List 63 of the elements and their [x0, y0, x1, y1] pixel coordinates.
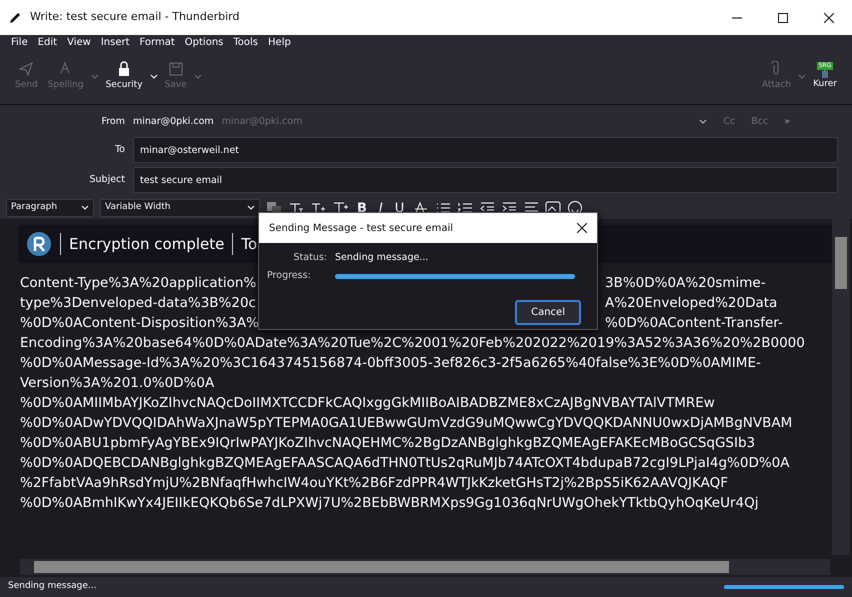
send-icon	[18, 61, 34, 78]
body-text-line: type%3Denveloped-data%3B%20c	[20, 294, 256, 313]
body-text-line: %0D%0AMessage-Id%3A%20%3C1643745156874-0bff3005-3ef826c3-2f5a6265%40false%3E%0D%0AMIME-	[20, 354, 761, 373]
status-text: Sending message...	[8, 580, 98, 594]
body-text-line: %0D%0ADQEBCDANBglghkgBZQMEAgEFAASCAQA6dTHN0TtUs2qRuMJb74ATcOXT4bdupaB72cgI9LPjaI4g%0D%0A	[20, 454, 790, 473]
progress-label: Progress:	[267, 269, 312, 284]
subject-field[interactable]: test secure email	[133, 167, 838, 193]
menu-item[interactable]: Help	[263, 35, 296, 50]
chevron-down-icon[interactable]	[699, 119, 708, 125]
underline-button[interactable]: U	[392, 202, 408, 214]
paragraph-select[interactable]: Paragraph	[6, 199, 94, 217]
chevron-down-icon	[150, 74, 158, 80]
font-select[interactable]: Variable Width	[100, 199, 260, 217]
identity-text: minar@0pki.com	[222, 114, 302, 129]
dropdown-button[interactable]	[148, 74, 160, 80]
body-text-line: Content-Type%3A%20application%	[20, 274, 256, 293]
security-button[interactable]: Security	[100, 58, 148, 96]
chevron-down-icon	[798, 74, 806, 80]
italic-button[interactable]: I	[376, 202, 386, 214]
menu-item[interactable]: Edit	[32, 35, 62, 50]
menu-item[interactable]: Format	[134, 35, 180, 50]
body-text-line: Version%3A%201.0%0D%0A	[20, 374, 214, 393]
close-icon	[824, 12, 834, 22]
encryption-status: Encryption complete	[69, 234, 224, 255]
body-text-line: %0D%0AContent-Disposition%3A%	[20, 314, 259, 333]
to-label: To	[114, 142, 126, 157]
body-text-line: %0D%0ABmhIKwYx4JEIIkEQKQb6Se7dLPXWj7U%2BEbBWBRMXps9Gg1036qNrUWgOhekYTktbQyhOqKeUr4Qj	[20, 494, 758, 513]
from-label: From	[100, 114, 126, 129]
menu-item[interactable]: File	[6, 35, 33, 50]
cancel-button[interactable]: Cancel	[515, 300, 581, 324]
body-text-line: Encoding%3A%20base64%0D%0ADate%3A%20Tue%2C%2001%20Feb%202022%2019%3A52%3A36%20%2B0000	[20, 334, 805, 353]
recipient-label: To	[241, 234, 258, 255]
menu-item[interactable]: Tools	[228, 35, 264, 50]
subject-label: Subject	[88, 172, 126, 187]
body-text-line: %0D%0ADwYDVQQIDAhWaXJnaW5pYTEPMA0GA1UEBwwGUmVzdG9uMQwwCgYDVQQKDANNU0wxDjAMBgNVBAM	[20, 414, 792, 433]
status-text: Sending message...	[335, 251, 428, 265]
window-title: Write: test secure email - Thunderbird	[30, 9, 240, 26]
body-text-line: A%20Enveloped%20Data	[605, 294, 778, 313]
close-icon	[577, 222, 587, 233]
body-text-line: %0D%0AContent-Transfer-	[605, 314, 783, 333]
body-text-line: %0D%0ABU1pbmFyAgYBEx9IQrIwPAYJKoZIhvcNAQEHMC%2BgDzANBglghkgBZQMEAgEFAKEcMBoGCSqGSIb3	[20, 434, 756, 453]
chevron-down-icon	[194, 74, 202, 80]
more-fields-button[interactable]: »	[784, 114, 790, 130]
bold-button[interactable]: B	[354, 202, 370, 214]
save-icon	[168, 61, 184, 78]
chevron-down-icon	[90, 74, 99, 80]
horizontal-scrollbar[interactable]	[20, 559, 830, 575]
from-address[interactable]: minar@0pki.com	[133, 114, 214, 130]
body-text-line: %2FfabtVAa9hRsdYmjU%2BNfaqfHwhcIW4ouYKt%2B6FzdPPR4WTJkKzketGHsT2j%2BpS5iK62AAVQJKAQF	[20, 474, 728, 493]
vertical-scrollbar[interactable]	[832, 219, 850, 555]
status-label: Status:	[292, 251, 327, 265]
menu-item[interactable]: View	[62, 35, 96, 50]
maximize-icon	[778, 12, 788, 22]
logo-icon	[26, 231, 52, 257]
menu-item[interactable]: Insert	[96, 35, 135, 50]
pencil-icon	[8, 10, 22, 24]
to-field[interactable]: minar@osterweil.net	[133, 137, 838, 163]
body-text-line: 3B%0D%0A%20smime-	[605, 274, 766, 293]
chevron-down-icon	[247, 205, 255, 211]
dialog-title: Sending Message - test secure email	[269, 222, 454, 236]
body-text-line: %0D%0AMIIMbAYJKoZIhvcNAQcDoIIMXTCCDFkCAQIxggGkMIIBoAIBADBZME8xCzAJBgNVBAYTAlVTMREw	[20, 394, 715, 413]
chevron-down-icon	[81, 205, 89, 211]
menu-item[interactable]: Options	[180, 35, 228, 50]
